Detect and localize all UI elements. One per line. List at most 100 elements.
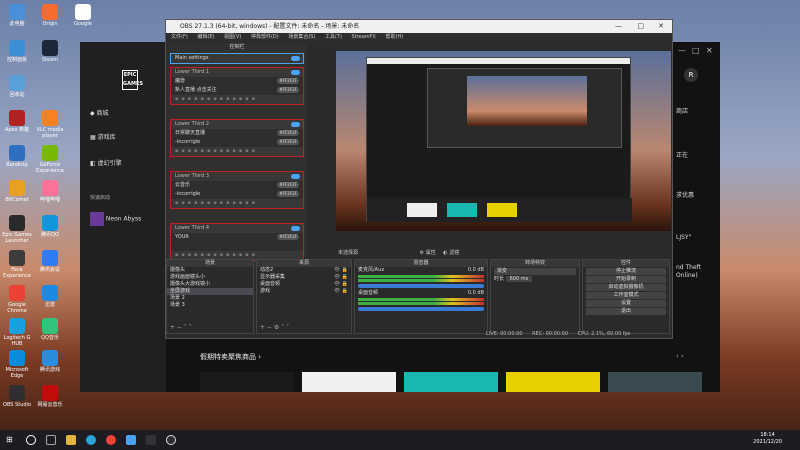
menu-streamfx[interactable]: StreamFX bbox=[352, 34, 376, 40]
desktop-icon[interactable]: VLC media player bbox=[35, 110, 65, 139]
volume-meter bbox=[358, 302, 484, 305]
desktop-icon[interactable]: 控制面板 bbox=[2, 40, 32, 63]
control-button[interactable]: 开始录制 bbox=[586, 276, 666, 283]
desktop-icon[interactable]: Google bbox=[68, 4, 98, 27]
menu-docks[interactable]: 停靠部件(D) bbox=[251, 34, 279, 40]
desktop-icon-label: 哔哩哔哩 bbox=[39, 197, 60, 203]
menu-file[interactable]: 文件(F) bbox=[171, 34, 188, 40]
right-text-4: LJSY" bbox=[676, 234, 692, 241]
filters-button[interactable]: ◐ 滤镜 bbox=[443, 250, 459, 256]
desktop-icon[interactable]: 腾讯QQ bbox=[35, 215, 65, 238]
search-icon[interactable] bbox=[26, 435, 36, 445]
desktop-icon[interactable]: BitComet bbox=[2, 180, 32, 203]
tile-4[interactable] bbox=[506, 372, 600, 392]
menu-view[interactable]: 视图(V) bbox=[224, 34, 241, 40]
menu-help[interactable]: 帮助(H) bbox=[386, 34, 404, 40]
control-button[interactable]: 启动虚拟摄像机 bbox=[586, 284, 666, 291]
source-item[interactable]: 桌面音频 👁 🔒 bbox=[257, 281, 351, 288]
tile-3[interactable] bbox=[404, 372, 498, 392]
chrome-icon[interactable] bbox=[106, 435, 116, 445]
desktop-icon[interactable]: OBS Studio bbox=[2, 385, 32, 408]
menu-scene-collection[interactable]: 场景集合(S) bbox=[288, 34, 315, 40]
duration-input[interactable]: 600 ms bbox=[505, 276, 533, 282]
desktop-icon[interactable]: Microsoft Edge bbox=[2, 350, 32, 379]
tile-2[interactable] bbox=[302, 372, 396, 392]
desktop-icon[interactable]: Origin bbox=[35, 4, 65, 27]
lower-third-3[interactable]: Lower Third 3 云音乐 #FF2F2F -incorrigle #FF2F2… bbox=[170, 171, 304, 209]
desktop-icon[interactable]: Logitech G HUB bbox=[2, 318, 32, 347]
desktop-icon-label: Epic Games Launcher bbox=[2, 232, 32, 244]
lower-third-1[interactable]: Lower Third 1 魔兽 #FF2F2F 新人直播 点击关注 #FF2F2F ▪▪… bbox=[170, 67, 304, 105]
desktop-icon[interactable]: 腾讯会议 bbox=[35, 250, 65, 273]
menu-edit[interactable]: 编辑(E) bbox=[197, 34, 214, 40]
source-item[interactable]: 游戏 👁 🔒 bbox=[257, 288, 351, 295]
maximize-icon[interactable]: □ bbox=[692, 46, 700, 55]
desktop-icon[interactable]: Epic Games Launcher bbox=[2, 215, 32, 244]
control-button[interactable]: 停止推流 bbox=[586, 268, 666, 275]
nav-store[interactable]: ◆ 商城 bbox=[90, 108, 109, 117]
source-item[interactable]: 动态2 👁 🔒 bbox=[257, 267, 351, 274]
obs-maximize-icon[interactable]: □ bbox=[637, 20, 644, 33]
taskview-icon[interactable] bbox=[46, 435, 56, 445]
main-settings-toggle[interactable] bbox=[291, 56, 300, 61]
scene-item[interactable]: 全屏游戏 bbox=[167, 288, 253, 295]
desktop-icon[interactable]: Google Chrome bbox=[2, 285, 32, 314]
desktop-icon[interactable]: Steam bbox=[35, 40, 65, 63]
app-icon bbox=[9, 350, 25, 366]
desktop-icon[interactable]: 哔哩哔哩 bbox=[35, 180, 65, 203]
desktop-icon[interactable]: 腾讯游戏 bbox=[35, 350, 65, 373]
lt-toggle[interactable] bbox=[291, 70, 300, 75]
desktop-icon[interactable]: GeForce Experience bbox=[35, 145, 65, 174]
lower-third-4[interactable]: Lower Third 4 YOUR #FF2F2F ▪▪▪▪▪▪▪▪▪▪▪▪▪ bbox=[170, 223, 304, 261]
control-button[interactable]: 退出 bbox=[586, 308, 666, 315]
carousel-arrows[interactable]: ‹ › bbox=[676, 352, 684, 360]
lt-toggle[interactable] bbox=[291, 226, 300, 231]
obs-close-icon[interactable]: ✕ bbox=[658, 20, 664, 33]
preview-canvas[interactable] bbox=[336, 51, 671, 231]
edge-icon[interactable] bbox=[86, 435, 96, 445]
control-button[interactable]: 设置 bbox=[586, 300, 666, 307]
lt-toggle[interactable] bbox=[291, 122, 300, 127]
main-settings[interactable]: Main settings bbox=[170, 53, 304, 64]
close-icon[interactable]: ✕ bbox=[706, 46, 713, 55]
start-icon[interactable]: ⊞ bbox=[6, 435, 16, 445]
scenes-dock: 场景 摄像头 游戏画面镜头小 摄像头大游戏镜小 全屏游戏 场景 2 场景 3 + − ˄ … bbox=[166, 259, 254, 334]
source-item[interactable]: 显示器采集 👁 🔒 bbox=[257, 274, 351, 281]
volume-slider[interactable] bbox=[358, 284, 484, 288]
control-button[interactable]: 工作室模式 bbox=[586, 292, 666, 299]
desktop-icon[interactable]: Bandizip bbox=[2, 145, 32, 168]
scene-item[interactable]: 游戏画面镜头小 bbox=[167, 274, 253, 281]
obs-icon[interactable] bbox=[166, 435, 176, 445]
scene-item[interactable]: 场景 2 bbox=[167, 295, 253, 302]
clock[interactable]: 18:14 2021/12/20 bbox=[753, 432, 782, 446]
qq-icon[interactable] bbox=[126, 435, 136, 445]
desktop-icon[interactable]: 此电脑 bbox=[2, 4, 32, 27]
scene-item[interactable]: 摄像头 bbox=[167, 267, 253, 274]
tile-1[interactable] bbox=[200, 372, 294, 392]
properties-button[interactable]: ⚙ 属性 bbox=[420, 250, 436, 256]
minimize-icon[interactable]: — bbox=[678, 46, 686, 55]
tile-5[interactable] bbox=[608, 372, 702, 392]
preview-image bbox=[336, 51, 671, 231]
desktop-icon[interactable]: 迅雷 bbox=[35, 285, 65, 308]
explorer-icon[interactable] bbox=[66, 435, 76, 445]
steam-icon[interactable] bbox=[146, 435, 156, 445]
desktop-icon[interactable]: 网易云音乐 bbox=[35, 385, 65, 408]
nav-library[interactable]: ▦ 游戏库 bbox=[90, 132, 116, 141]
obs-minimize-icon[interactable]: — bbox=[615, 20, 622, 33]
avatar[interactable]: R bbox=[684, 68, 698, 82]
menu-tools[interactable]: 工具(T) bbox=[325, 34, 342, 40]
lower-third-2[interactable]: Lower Third 2 日常聊天直播 #FF2F2F -incorrigle #FF… bbox=[170, 119, 304, 157]
scene-item[interactable]: 摄像头大游戏镜小 bbox=[167, 281, 253, 288]
scene-item[interactable]: 场景 3 bbox=[167, 302, 253, 309]
desktop-icon[interactable]: QQ音乐 bbox=[35, 318, 65, 341]
volume-slider[interactable] bbox=[358, 307, 484, 311]
volume-meter bbox=[358, 279, 484, 282]
quick-launch-item[interactable]: Neon Abyss bbox=[90, 212, 160, 226]
desktop-icon[interactable]: Face Experience bbox=[2, 250, 32, 279]
desktop-icon[interactable]: Apex 英雄 bbox=[2, 110, 32, 133]
transition-select[interactable]: 渐变 bbox=[494, 268, 576, 275]
desktop-icon[interactable]: 回收站 bbox=[2, 75, 32, 98]
lt-toggle[interactable] bbox=[291, 174, 300, 179]
nav-unreal[interactable]: ◧ 虚幻引擎 bbox=[90, 158, 122, 167]
